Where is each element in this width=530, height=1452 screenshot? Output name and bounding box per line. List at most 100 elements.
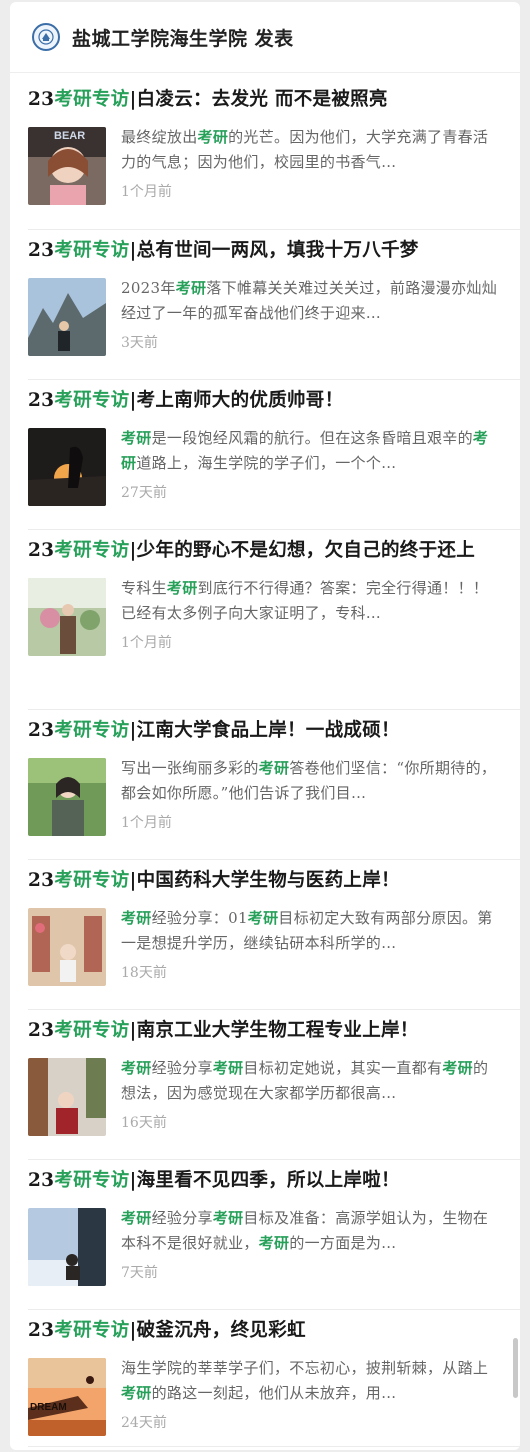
article-time: 3天前: [121, 335, 158, 351]
article-title-prefix: 23: [28, 870, 55, 891]
article-title-prefix: 23: [28, 390, 55, 411]
article-time: 1个月前: [121, 184, 172, 200]
scrollbar-thumb[interactable]: [513, 1338, 518, 1398]
article-title[interactable]: 23考研专访|海里看不见四季，所以上岸啦！: [28, 1166, 508, 1196]
article-time: 7天前: [121, 1265, 158, 1281]
article-snippet: 考研经验分享：01考研目标初定大致有两部分原因。第一是想提升学历，继续钻研本科所…: [121, 906, 502, 956]
snippet-keyword: 考研: [175, 279, 207, 297]
article-title[interactable]: 23考研专访|考上南师大的优质帅哥！: [28, 386, 508, 416]
article-title-prefix: 23: [28, 1320, 55, 1341]
article-thumbnail[interactable]: [28, 578, 106, 656]
article-title-highlight: 考研专访: [54, 1170, 130, 1191]
article-snippet: 最终绽放出考研的光芒。因为他们，大学充满了青春活力的气息；因为他们，校园里的书香…: [121, 125, 502, 175]
snippet-keyword: 考研: [121, 1384, 152, 1402]
account-header: 盐城工学院海生学院 发表: [10, 2, 520, 73]
article-item[interactable]: 23考研专访|海里看不见四季，所以上岸啦！ 考研经验分享考研目标及准备：高源学姐认…: [28, 1161, 520, 1310]
article-item[interactable]: 23考研专访|南京工业大学生物工程专业上岸！ 考研经验分享考研目标初定她说，其实一…: [28, 1011, 520, 1160]
svg-text:DREAM: DREAM: [30, 1402, 67, 1413]
article-title[interactable]: 23考研专访|白凌云：去发光 而不是被照亮: [28, 85, 508, 115]
snippet-text: 道路上，海生学院的学子们，一个个…: [136, 454, 397, 472]
snippet-text: 目标初定她说，其实一直都有: [243, 1059, 443, 1077]
article-title[interactable]: 23考研专访|总有世间一两风，填我十万八千梦: [28, 236, 508, 266]
article-title-prefix: 23: [28, 240, 55, 261]
article-thumbnail[interactable]: BEAR: [28, 127, 106, 205]
article-thumbnail[interactable]: [28, 428, 106, 506]
snippet-text: 经验分享: [151, 1209, 213, 1227]
article-snippet: 写出一张绚丽多彩的考研答卷他们坚信：“你所期待的，都会如你所愿。”他们告诉了我们…: [121, 756, 502, 806]
article-title-prefix: 23: [28, 89, 55, 110]
article-title-highlight: 考研专访: [54, 720, 130, 741]
school-logo-icon[interactable]: [32, 23, 60, 51]
article-item[interactable]: 23考研专访|总有世间一两风，填我十万八千梦 2023年考研落下帷幕关关难过关关过…: [28, 231, 520, 380]
article-title-highlight: 考研专访: [54, 1320, 130, 1341]
article-item[interactable]: 23考研专访|少年的野心不是幻想，欠自己的终于还上专科生考研到底行不行得通？答案…: [28, 531, 520, 710]
snippet-keyword: 考研: [121, 429, 152, 447]
article-title-highlight: 考研专访: [54, 89, 130, 110]
article-title-prefix: 23: [28, 720, 55, 741]
article-title-text: |破釜沉舟，终见彩虹: [129, 1320, 306, 1341]
snippet-text: 的一方面是为…: [289, 1234, 397, 1252]
article-title-text: |江南大学食品上岸！一战成硕！: [129, 720, 400, 741]
article-title[interactable]: 23考研专访|中国药科大学生物与医药上岸！: [28, 866, 508, 896]
snippet-keyword: 考研: [212, 1209, 244, 1227]
article-title-highlight: 考研专访: [54, 1020, 130, 1041]
snippet-keyword: 考研: [258, 759, 290, 777]
snippet-text: 专科生: [121, 579, 167, 597]
article-time: 16天前: [121, 1115, 167, 1131]
snippet-keyword: 考研: [121, 1059, 152, 1077]
article-title-prefix: 23: [28, 1170, 55, 1191]
article-thumbnail[interactable]: DREAM: [28, 1358, 106, 1436]
article-snippet: 考研经验分享考研目标初定她说，其实一直都有考研的想法，因为感觉现在大家都学历都很…: [121, 1056, 502, 1106]
article-time: 24天前: [121, 1415, 167, 1431]
article-list-card: 盐城工学院海生学院 发表 23考研专访|白凌云：去发光 而不是被照亮 BEAR 最终…: [10, 2, 520, 1450]
snippet-text: 2023年: [121, 279, 176, 297]
snippet-keyword: 考研: [247, 909, 279, 927]
article-item[interactable]: 23考研专访|中国药科大学生物与医药上岸！ 考研经验分享：01考研目标初定大致有两…: [28, 861, 520, 1010]
article-item[interactable]: 23考研专访|考上南师大的优质帅哥！ 考研是一段饱经风霜的航行。但在这条昏暗且艰辛…: [28, 381, 520, 530]
article-title-text: |总有世间一两风，填我十万八千梦: [129, 240, 419, 261]
article-time: 1个月前: [121, 635, 172, 651]
article-snippet: 海生学院的莘莘学子们，不忘初心，披荆斩棘，从踏上考研的路这一刻起，他们从未放弃，…: [121, 1356, 502, 1406]
snippet-keyword: 考研: [121, 909, 152, 927]
article-title-text: |白凌云：去发光 而不是被照亮: [129, 89, 388, 110]
article-title-text: |南京工业大学生物工程专业上岸！: [129, 1020, 419, 1041]
article-title[interactable]: 23考研专访|少年的野心不是幻想，欠自己的终于还上: [28, 536, 508, 566]
account-title[interactable]: 盐城工学院海生学院 发表: [72, 24, 294, 51]
article-time: 27天前: [121, 485, 167, 501]
article-title-text: |少年的野心不是幻想，欠自己的终于还上: [129, 540, 475, 561]
article-title-text: |中国药科大学生物与医药上岸！: [129, 870, 400, 891]
article-thumbnail[interactable]: [28, 908, 106, 986]
snippet-keyword: 考研: [197, 128, 229, 146]
article-thumbnail[interactable]: [28, 758, 106, 836]
article-title-highlight: 考研专访: [54, 390, 130, 411]
article-title[interactable]: 23考研专访|破釜沉舟，终见彩虹: [28, 1316, 508, 1346]
article-title-highlight: 考研专访: [54, 540, 130, 561]
article-title-prefix: 23: [28, 1020, 55, 1041]
article-title[interactable]: 23考研专访|南京工业大学生物工程专业上岸！: [28, 1016, 508, 1046]
article-item[interactable]: 23考研专访|江南大学食品上岸！一战成硕！ 写出一张绚丽多彩的考研答卷他们坚信：“…: [28, 711, 520, 860]
snippet-text: 海生学院的莘莘学子们，不忘初心，披荆斩棘，从踏上: [121, 1359, 489, 1377]
article-title[interactable]: 23考研专访|江南大学食品上岸！一战成硕！: [28, 716, 508, 746]
article-time: 1个月前: [121, 815, 172, 831]
snippet-keyword: 考研: [121, 1209, 152, 1227]
snippet-text: 的路这一刻起，他们从未放弃，用…: [151, 1384, 397, 1402]
article-title-highlight: 考研专访: [54, 240, 130, 261]
article-item[interactable]: 23考研专访|破釜沉舟，终见彩虹 DREAM 海生学院的莘莘学子们，不忘初心，披荆斩…: [28, 1311, 520, 1447]
snippet-keyword: 考研: [166, 579, 198, 597]
article-thumbnail[interactable]: [28, 1208, 106, 1286]
article-title-highlight: 考研专访: [54, 870, 130, 891]
snippet-keyword: 考研: [212, 1059, 244, 1077]
svg-text:BEAR: BEAR: [54, 130, 85, 142]
article-item[interactable]: 23考研专访|白凌云：去发光 而不是被照亮 BEAR 最终绽放出考研的光芒。因为他们…: [28, 80, 520, 230]
snippet-text: 是一段饱经风霜的航行。但在这条昏暗且艰辛的: [151, 429, 473, 447]
snippet-keyword: 考研: [442, 1059, 473, 1077]
article-thumbnail[interactable]: [28, 278, 106, 356]
article-snippet: 考研是一段饱经风霜的航行。但在这条昏暗且艰辛的考研道路上，海生学院的学子们，一个…: [121, 426, 502, 476]
article-snippet: 专科生考研到底行不行得通？答案：完全行得通！！！已经有太多例子向大家证明了，专科…: [121, 576, 502, 626]
article-thumbnail[interactable]: [28, 1058, 106, 1136]
article-title-text: |海里看不见四季，所以上岸啦！: [129, 1170, 400, 1191]
article-title-text: |考上南师大的优质帅哥！: [129, 390, 344, 411]
article-snippet: 2023年考研落下帷幕关关难过关关过，前路漫漫亦灿灿经过了一年的孤军奋战他们终于…: [121, 276, 502, 326]
snippet-text: 经验分享：01: [151, 909, 248, 927]
article-time: 18天前: [121, 965, 167, 981]
